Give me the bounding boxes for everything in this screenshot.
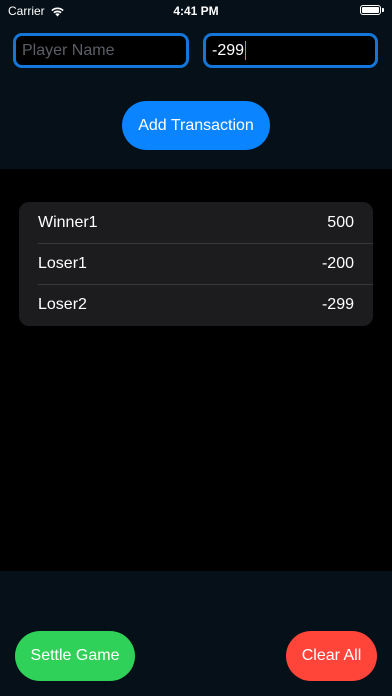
status-bar: Carrier 4:41 PM	[0, 0, 392, 22]
player-name-field[interactable]	[13, 33, 189, 68]
player-amount: -200	[321, 254, 354, 272]
player-name: Loser2	[38, 295, 87, 313]
transaction-list: Winner1 500 Loser1 -200 Loser2 -299	[19, 202, 373, 326]
status-time: 4:41 PM	[173, 4, 219, 18]
battery-icon	[360, 5, 384, 15]
amount-input-value[interactable]: -299	[212, 42, 244, 60]
add-transaction-button[interactable]: Add Transaction	[122, 101, 270, 150]
list-item[interactable]: Loser1 -200	[19, 243, 373, 284]
add-transaction-label: Add Transaction	[138, 116, 254, 134]
player-name-input[interactable]	[22, 41, 180, 60]
player-amount: -299	[321, 295, 354, 313]
player-name: Loser1	[38, 254, 87, 272]
settle-game-label: Settle Game	[30, 647, 120, 664]
clear-all-button[interactable]: Clear All	[286, 631, 377, 681]
amount-field[interactable]: -299	[203, 33, 378, 68]
settle-game-button[interactable]: Settle Game	[15, 631, 135, 681]
player-amount: 500	[327, 213, 354, 231]
clear-all-label: Clear All	[301, 647, 362, 664]
player-name: Winner1	[38, 213, 98, 231]
list-item[interactable]: Winner1 500	[19, 202, 373, 243]
text-caret	[245, 41, 247, 60]
list-item[interactable]: Loser2 -299	[19, 284, 373, 325]
